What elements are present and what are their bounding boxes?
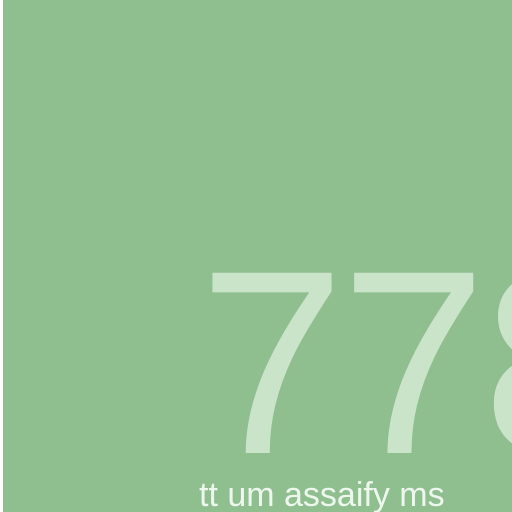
number-tile: 778 tt um assaify ms	[3, 0, 512, 512]
tile-number: 778	[199, 216, 512, 509]
tile-caption: tt um assaify ms	[199, 476, 445, 512]
